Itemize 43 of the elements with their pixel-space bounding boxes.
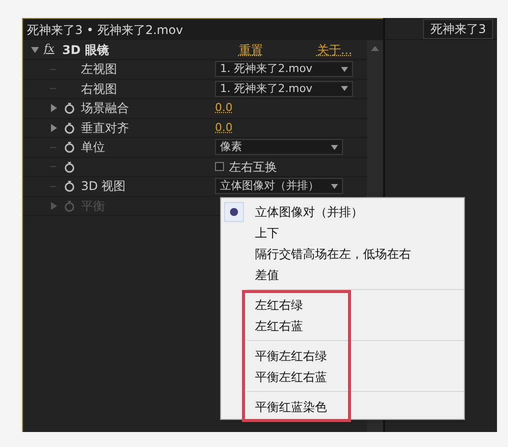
property-label: 右视图 (81, 80, 117, 98)
stopwatch-icon[interactable] (64, 160, 75, 173)
dropdown[interactable]: 像素 (215, 139, 343, 156)
menu-item[interactable]: 差值 (221, 264, 464, 285)
menu-item[interactable]: 平衡左红右蓝 (221, 366, 464, 387)
panel-tab[interactable]: 死神来了3 • 死神来了2.mov (23, 18, 383, 40)
caret-icon (331, 184, 338, 189)
checkbox-label: 左右互换 (229, 158, 277, 176)
menu-item[interactable]: 立体图像对（并排） (221, 201, 464, 222)
effect-name: 3D 眼镜 (62, 42, 109, 58)
expand-arrow-icon[interactable] (50, 104, 58, 112)
property-label: 场景融合 (81, 100, 129, 118)
stopwatch-icon[interactable] (64, 102, 75, 114)
checkbox[interactable] (215, 162, 224, 172)
dropdown[interactable]: 1. 死神来了2.mov (215, 80, 353, 97)
caret-icon (341, 86, 348, 92)
radio-dot-icon (230, 208, 238, 216)
collapse-arrow-icon[interactable] (31, 46, 39, 54)
stopwatch-icon[interactable] (64, 122, 75, 134)
caret-icon (331, 144, 338, 150)
about-link[interactable]: 关于... (316, 40, 352, 58)
viewer-tab[interactable]: 死神来了3 (423, 18, 493, 38)
scroll-up-icon[interactable] (371, 46, 379, 51)
stopwatch-icon[interactable] (64, 141, 75, 154)
menu-item[interactable]: 上下 (221, 222, 464, 243)
reset-link[interactable]: 重置 (238, 40, 263, 58)
property-label: 3D 视图 (81, 178, 126, 196)
menu-item[interactable]: 左红右绿 (221, 294, 464, 315)
caret-icon (341, 66, 348, 72)
dropdown[interactable]: 立体图像对（并排） (215, 178, 343, 194)
menu-item[interactable]: 平衡红蓝染色 (221, 396, 464, 417)
menu-item[interactable]: 平衡左红右绿 (221, 345, 464, 366)
dropdown[interactable]: 1. 死神来了2.mov (215, 61, 353, 78)
menu-item[interactable]: 左红右蓝 (221, 315, 464, 336)
menu-item[interactable]: 隔行交错高场在左，低场在右 (221, 243, 464, 264)
stopwatch-icon[interactable] (64, 180, 75, 192)
property-label: 单位 (81, 139, 105, 156)
property-label: 垂直对齐 (81, 120, 129, 137)
expand-arrow-icon[interactable] (50, 124, 58, 132)
number-value[interactable]: 0.0 (215, 100, 232, 116)
number-value[interactable]: 0.0 (215, 120, 232, 136)
fx-label: fx (44, 41, 54, 58)
property-label: 左视图 (81, 61, 117, 78)
